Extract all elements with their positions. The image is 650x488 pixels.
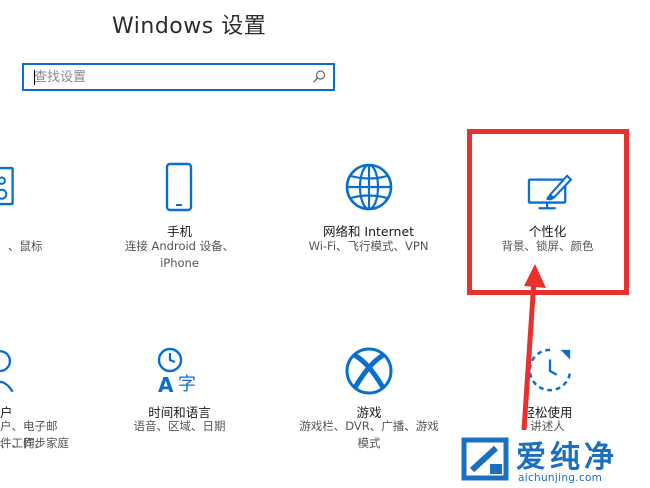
tile-desc: 游戏栏、DVR、广播、游戏 [299, 419, 439, 433]
language-clock-icon: A 字 [157, 347, 196, 396]
tile-desc: 连接 Android 设备、 [124, 239, 235, 253]
tile-gaming[interactable]: 游戏 游戏栏、DVR、广播、游戏 模式 [290, 340, 448, 460]
svg-text:A: A [158, 373, 174, 396]
tile-desc: 语音、区域、日期 [133, 419, 226, 433]
phone-icon [165, 162, 193, 212]
xbox-icon [345, 347, 393, 395]
text-caret [34, 70, 35, 85]
keyboard-speaker-icon [0, 166, 14, 206]
tile-time-language[interactable]: A 字 时间和语言 语音、区域、日期 [112, 340, 247, 460]
svg-text:字: 字 [178, 374, 196, 395]
tile-phone[interactable]: 手机 连接 Android 设备、 iPhone [112, 150, 247, 280]
tile-desc: Wi-Fi、飞行模式、VPN [308, 239, 429, 253]
tile-desc: 、鼠标 [8, 239, 43, 253]
brand-name: 爱纯净 [516, 440, 618, 475]
search-box[interactable] [22, 63, 335, 91]
brand-logo-icon [461, 437, 509, 481]
search-icon[interactable] [311, 69, 327, 85]
tile-accounts[interactable]: 户 户、电子邮件、同步 、工作、家庭 [0, 340, 70, 460]
person-icon [0, 350, 14, 393]
page-title: Windows 设置 [112, 14, 267, 39]
tile-desc: 模式 [357, 436, 381, 450]
tile-devices[interactable]: 、鼠标 [0, 150, 70, 270]
search-input[interactable] [24, 65, 294, 89]
watermark-logo: 爱纯净 aichunjing.com [458, 432, 650, 488]
brand-url: aichunjing.com [518, 472, 603, 484]
tile-network[interactable]: 网络和 Internet Wi-Fi、飞行模式、VPN [296, 150, 441, 280]
red-arrow-icon [521, 264, 546, 431]
globe-icon [345, 163, 393, 211]
tile-desc: iPhone [160, 256, 199, 270]
tile-desc: 、工作、家庭 [0, 436, 69, 450]
